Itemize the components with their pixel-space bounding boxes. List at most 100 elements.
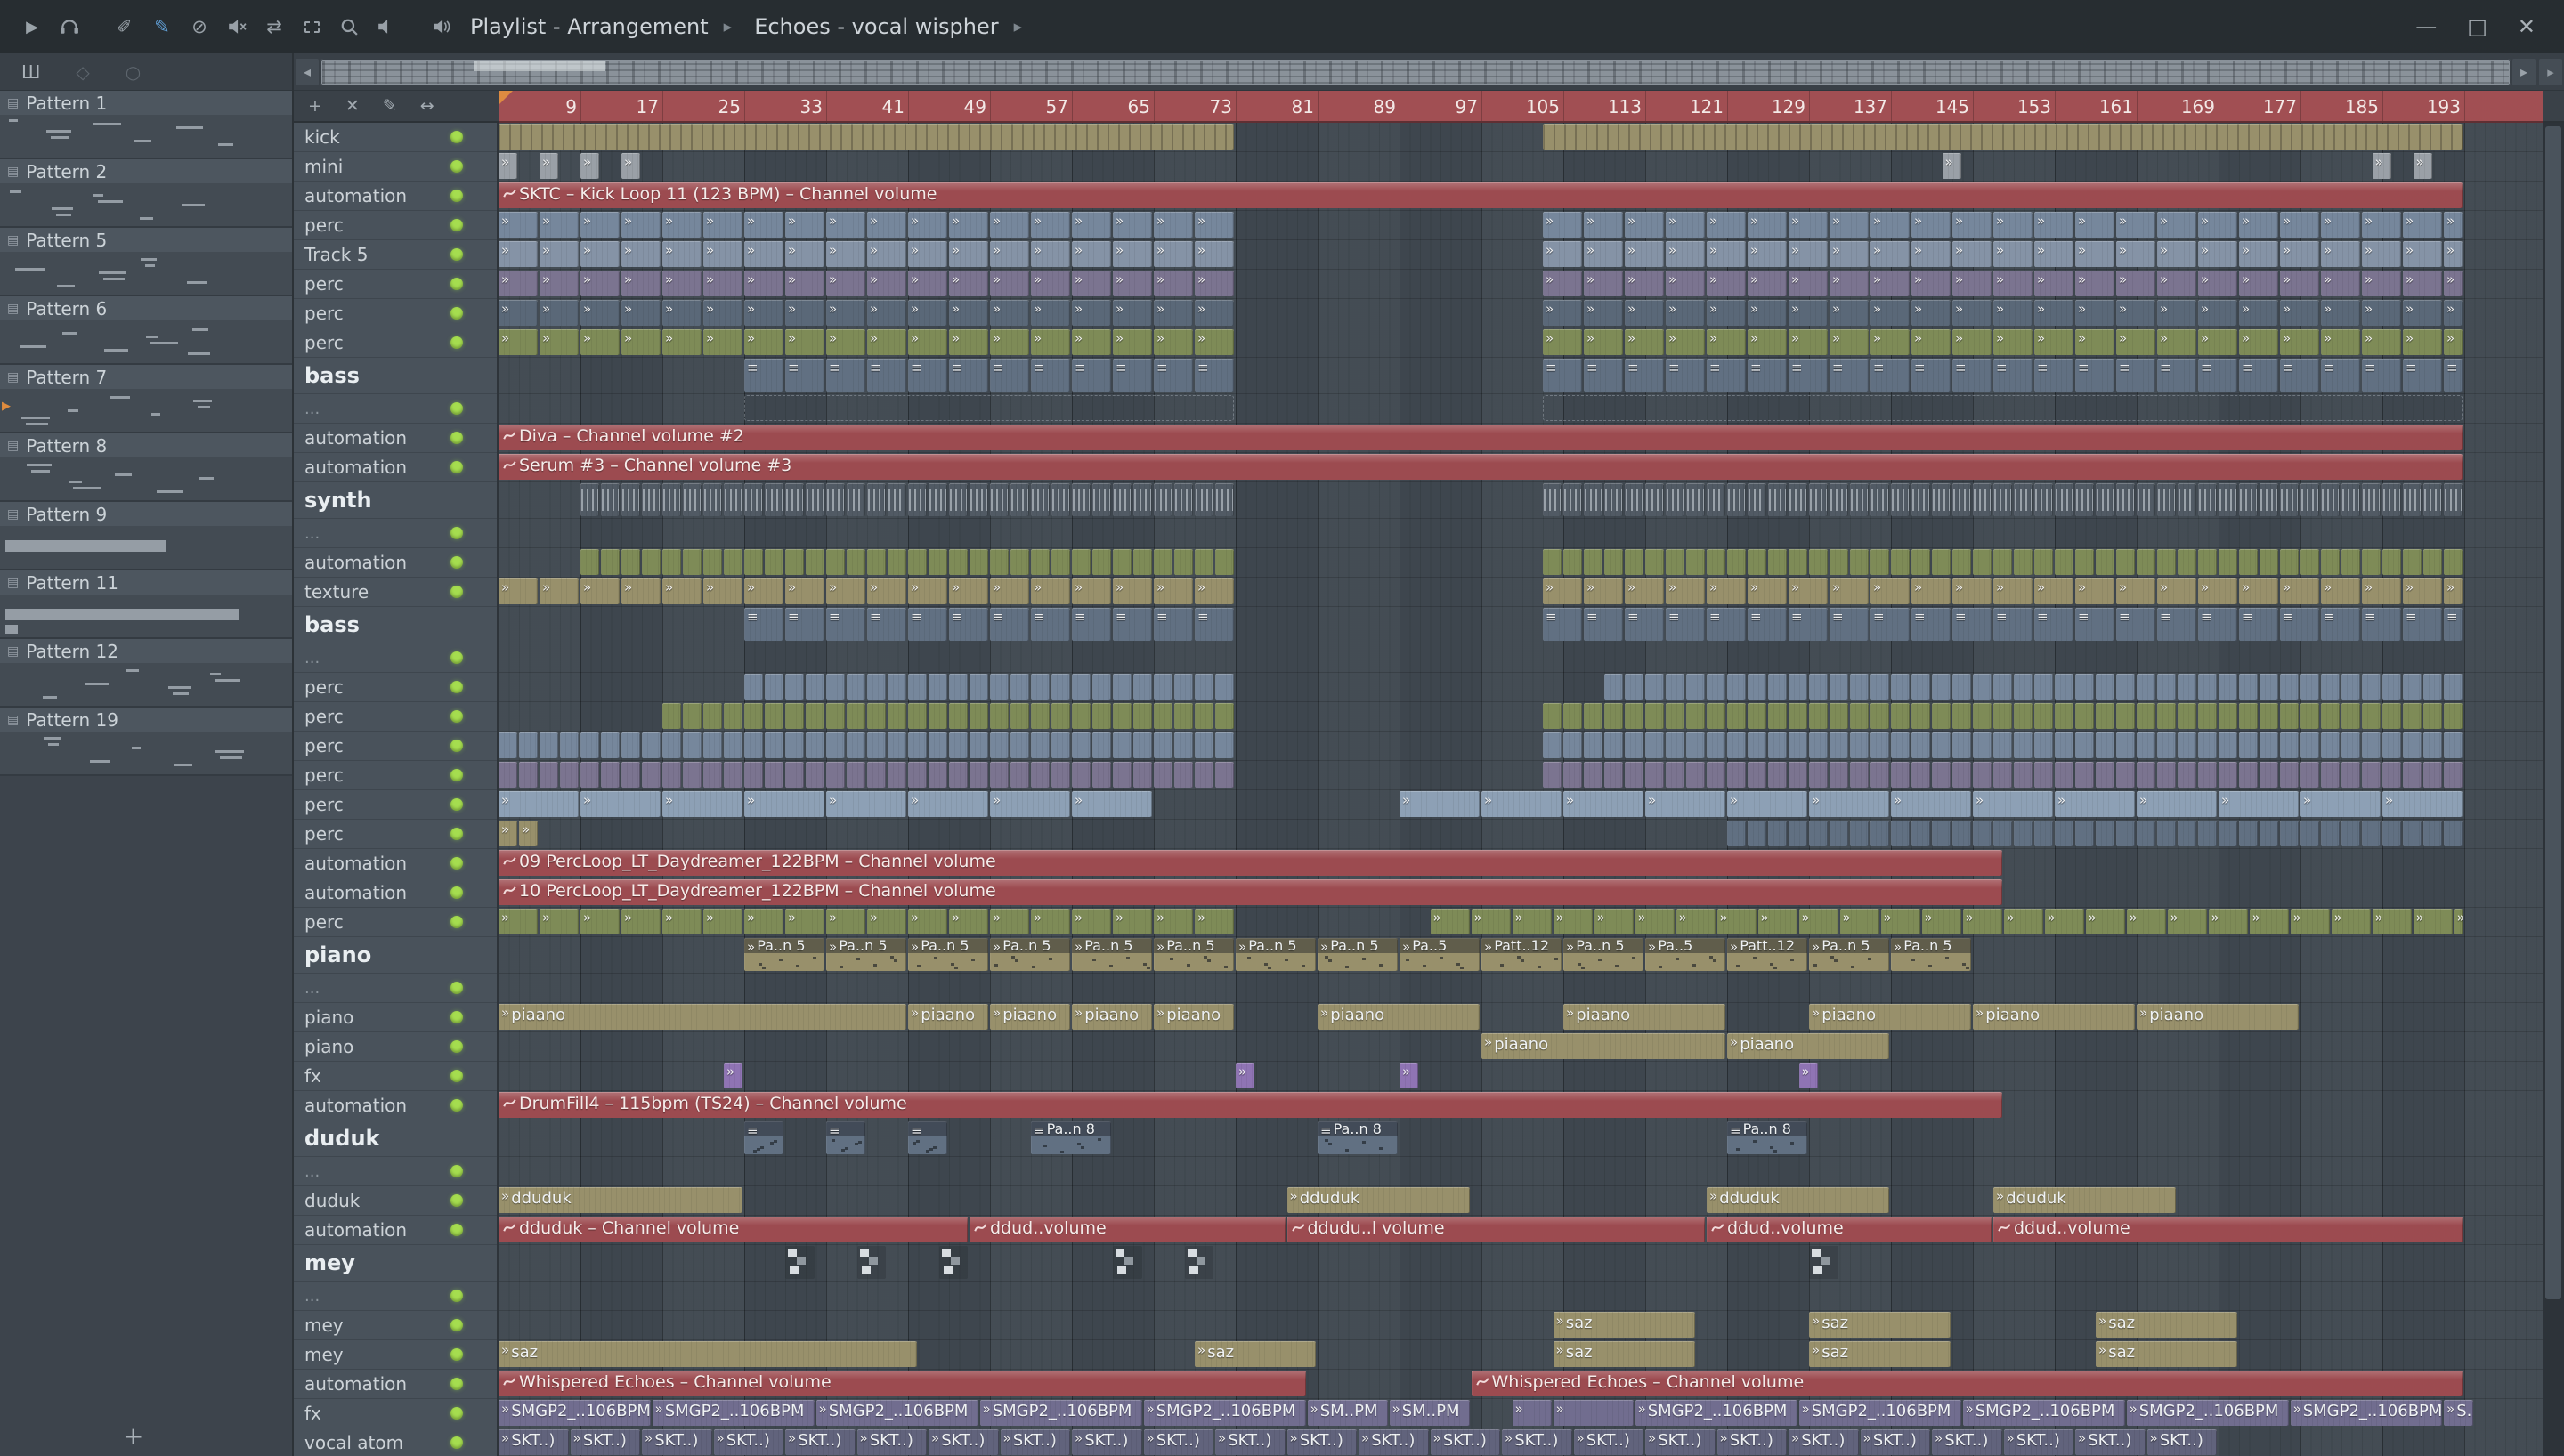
pattern-clip[interactable]: » <box>744 791 824 817</box>
pattern-clip[interactable]: » <box>826 241 865 267</box>
track-enable-led[interactable] <box>450 710 463 723</box>
pattern-clip[interactable]: » <box>1195 271 1234 296</box>
pattern-clip[interactable] <box>1051 483 1070 516</box>
pattern-clip[interactable] <box>1072 549 1091 575</box>
pattern-clip[interactable] <box>2034 732 2053 758</box>
pattern-clip[interactable] <box>2403 732 2422 758</box>
pattern-clip[interactable]: » <box>1584 578 1623 604</box>
pattern-clip[interactable] <box>724 703 742 729</box>
pattern-clip[interactable] <box>929 732 947 758</box>
pattern-clip[interactable] <box>2341 821 2360 846</box>
pattern-clip[interactable]: » <box>1789 212 1828 238</box>
pattern-clip[interactable] <box>826 762 845 788</box>
pattern-clip[interactable]: ≡ <box>1789 608 1828 641</box>
pattern-clip[interactable]: ≡ <box>2362 359 2401 392</box>
pattern-clip[interactable]: ≡ <box>826 608 865 641</box>
track-enable-led[interactable] <box>450 982 463 994</box>
track-header[interactable]: texture <box>294 578 497 607</box>
pattern-clip[interactable] <box>2219 483 2237 516</box>
pattern-clip[interactable] <box>621 762 640 788</box>
pattern-clip[interactable] <box>1870 674 1889 700</box>
pattern-clip[interactable] <box>1133 674 1152 700</box>
pattern-clip[interactable]: » saz <box>1809 1312 1951 1338</box>
pattern-clip[interactable] <box>1973 732 1992 758</box>
pattern-clip[interactable]: » <box>1757 909 1797 934</box>
pattern-clip[interactable] <box>1092 732 1111 758</box>
pattern-clip[interactable] <box>806 549 824 575</box>
pattern-clip[interactable]: » <box>785 329 824 355</box>
playlist-track-lane[interactable]: »»»»»»»»»»»»»»»»»»»»»»»»»»»»»»»»»»»»»»»»… <box>499 270 2543 299</box>
pattern-clip[interactable]: » SKT..) <box>1359 1429 1429 1455</box>
pattern-clip[interactable]: » <box>1154 241 1193 267</box>
pattern-clip[interactable] <box>1215 549 1234 575</box>
pattern-clip[interactable] <box>1051 549 1070 575</box>
pattern-clip[interactable] <box>929 549 947 575</box>
pattern-clip[interactable]: » SKT..) <box>1072 1429 1142 1455</box>
pattern-clip[interactable] <box>1993 732 2012 758</box>
pattern-clip[interactable]: ≡ <box>1952 359 1992 392</box>
draw-icon[interactable]: ✎ <box>383 96 397 116</box>
track-enable-led[interactable] <box>450 190 463 202</box>
pattern-clip[interactable] <box>2219 821 2237 846</box>
pattern-clip[interactable]: » <box>662 329 702 355</box>
pattern-clip[interactable] <box>1154 483 1172 516</box>
pattern-clip[interactable]: » <box>949 578 988 604</box>
pattern-clip[interactable] <box>2075 821 2094 846</box>
playlist-track-lane[interactable]: DrumFill4 – 115bpm (TS24) – Channel volu… <box>499 1091 2543 1120</box>
pattern-clip[interactable] <box>990 483 1009 516</box>
pattern-clip[interactable]: » <box>1748 271 1787 296</box>
pattern-clip[interactable]: » <box>2198 241 2237 267</box>
pattern-clip[interactable] <box>1031 674 1050 700</box>
playlist-track-lane[interactable]: » saz» saz» saz» saz» saz <box>499 1340 2543 1370</box>
select-tool-icon[interactable] <box>296 11 328 43</box>
pattern-clip[interactable]: ≡ <box>908 1121 947 1154</box>
pattern-clip[interactable]: » SKT..) <box>1573 1429 1643 1455</box>
playlist-track-lane[interactable] <box>499 548 2543 578</box>
pattern-clip[interactable] <box>1645 703 1664 729</box>
pattern-clip[interactable]: » SKT..) <box>1860 1429 1930 1455</box>
pattern-clip[interactable] <box>744 549 763 575</box>
pattern-clip[interactable] <box>929 483 947 516</box>
pattern-clip[interactable] <box>1645 483 1664 516</box>
pattern-clip[interactable] <box>1707 549 1725 575</box>
pattern-clip[interactable] <box>2014 703 2033 729</box>
pattern-clip[interactable] <box>2280 732 2299 758</box>
pattern-clip[interactable]: » <box>1798 1063 1818 1088</box>
maximize-button[interactable]: □ <box>2467 14 2487 39</box>
pattern-clip[interactable]: ≡ <box>2321 608 2360 641</box>
pattern-clip[interactable] <box>949 549 968 575</box>
pattern-clip[interactable]: » <box>744 300 783 326</box>
pattern-clip[interactable] <box>2321 821 2340 846</box>
pattern-clip[interactable]: » SMGP2_..106BPM <box>2290 1400 2442 1426</box>
pattern-clip[interactable] <box>908 762 927 788</box>
automation-clip[interactable]: ddud..volume <box>1707 1217 1992 1242</box>
pattern-clip[interactable] <box>806 483 824 516</box>
pattern-clip[interactable] <box>1072 703 1091 729</box>
automation-clip[interactable]: 10 PercLoop_LT_Daydreamer_122BPM – Chann… <box>499 879 2002 905</box>
pattern-clip[interactable] <box>1993 762 2012 788</box>
pattern-clip[interactable] <box>2423 549 2442 575</box>
track-header[interactable]: kick <box>294 123 497 152</box>
pattern-clip[interactable]: » <box>2126 909 2166 934</box>
pattern-clip[interactable]: » SKT..) <box>713 1429 783 1455</box>
pattern-clip[interactable] <box>1215 762 1234 788</box>
pattern-clip[interactable]: » <box>867 271 906 296</box>
playlist-track-lane[interactable]: Diva – Channel volume #2 <box>499 424 2543 453</box>
pattern-clip[interactable] <box>2321 703 2340 729</box>
pattern-clip[interactable]: » <box>949 241 988 267</box>
pattern-clip[interactable]: ≡ <box>2280 359 2319 392</box>
pattern-clip[interactable]: » <box>1952 329 1992 355</box>
pattern-clip[interactable] <box>1543 549 1562 575</box>
automation-clip[interactable]: Serum #3 – Channel volume #3 <box>499 454 2463 480</box>
pattern-clip[interactable]: » SKT..) <box>1286 1429 1357 1455</box>
pattern-clip[interactable]: » <box>1962 909 2002 934</box>
track-enable-led[interactable] <box>450 1194 463 1207</box>
pattern-clip[interactable] <box>1195 549 1213 575</box>
pattern-clip[interactable]: » <box>580 909 620 934</box>
pattern-clip[interactable]: » <box>785 271 824 296</box>
pattern-clip[interactable]: ≡ <box>1154 359 1193 392</box>
pattern-clip[interactable] <box>1625 549 1643 575</box>
pattern-clip[interactable] <box>1768 483 1787 516</box>
pattern-clip[interactable]: ≡ <box>1625 608 1664 641</box>
pattern-clip[interactable] <box>1113 732 1132 758</box>
